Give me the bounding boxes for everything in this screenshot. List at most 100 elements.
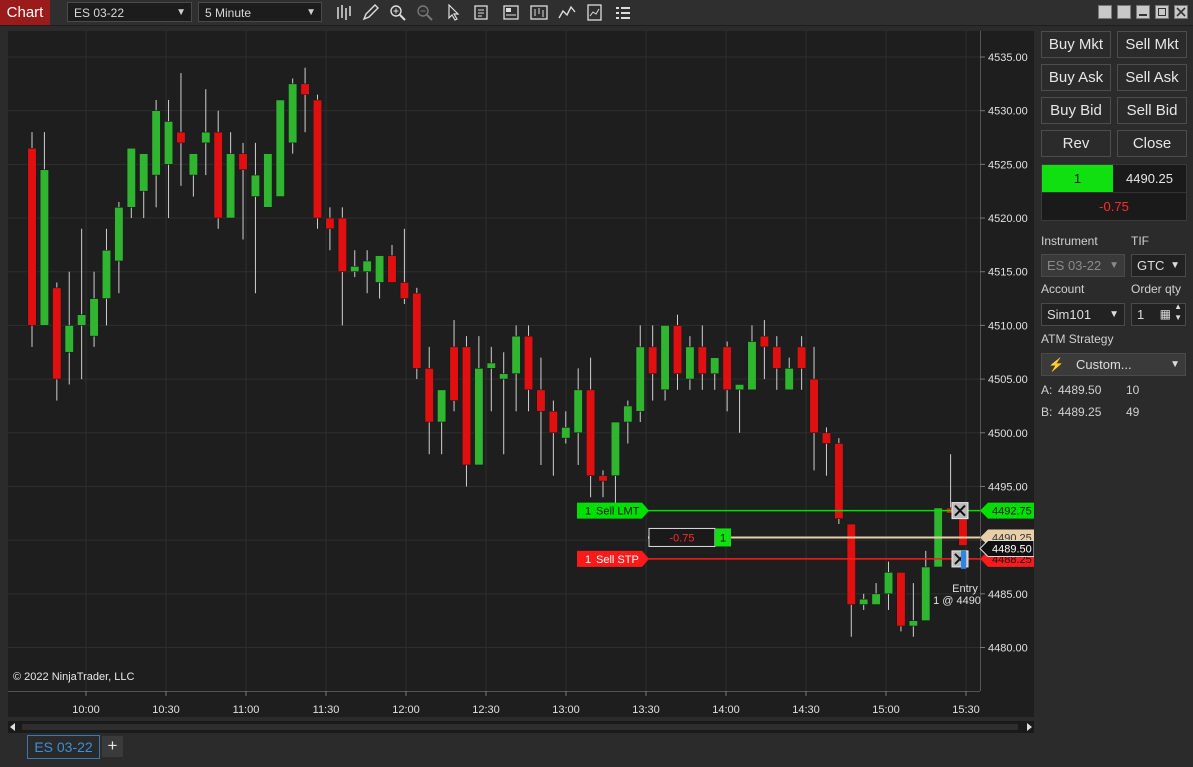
- sell-bid-button[interactable]: Sell Bid: [1117, 97, 1187, 124]
- scroll-left-icon[interactable]: [10, 723, 15, 731]
- candle-body: [921, 566, 931, 621]
- instrument-selector[interactable]: ES 03-22 ▼: [67, 2, 192, 22]
- strategies-icon[interactable]: [586, 4, 604, 21]
- candle-body: [474, 368, 484, 466]
- y-tick-label: 4495.00: [988, 481, 1028, 493]
- chart-trader-icon[interactable]: [530, 4, 548, 21]
- candle-body: [238, 153, 248, 171]
- candle-body: [263, 153, 273, 208]
- candle-body: [623, 405, 633, 423]
- ask-label: A:: [1041, 383, 1053, 397]
- y-tick-label: 4505.00: [988, 374, 1028, 386]
- x-tick-label: 15:30: [952, 704, 980, 716]
- x-tick-label: 11:30: [313, 704, 340, 716]
- candle-body: [511, 335, 521, 375]
- properties-icon[interactable]: [473, 4, 491, 21]
- pointer-icon[interactable]: [444, 4, 462, 21]
- buy-bid-button[interactable]: Buy Bid: [1041, 97, 1111, 124]
- position-avg-price: 4490.25: [1126, 171, 1173, 186]
- candle-body: [399, 282, 409, 299]
- window-option-button[interactable]: [1098, 5, 1112, 19]
- bar-type-icon[interactable]: [335, 4, 353, 21]
- candle-body: [896, 572, 906, 627]
- buy-ask-button[interactable]: Buy Ask: [1041, 64, 1111, 91]
- calculator-icon[interactable]: ▦: [1160, 304, 1171, 325]
- candle-body: [151, 110, 161, 176]
- candle-body: [536, 389, 546, 412]
- close-window-button[interactable]: [1174, 5, 1188, 19]
- chevron-down-icon: ▼: [1170, 260, 1180, 271]
- entry-marker: [961, 550, 966, 569]
- candle-body: [325, 217, 335, 230]
- position-qty-label: 1: [720, 532, 726, 544]
- close-icon: [1176, 7, 1186, 17]
- candle-body: [176, 131, 186, 144]
- candle-body: [201, 131, 211, 144]
- candle-body: [362, 260, 372, 273]
- price-chart[interactable]: 4535.00 4530.00 4525.00 4520.00 4515.00 4510.…: [8, 31, 1034, 717]
- tab-bar: ES 03-22 +: [0, 733, 1193, 767]
- tab-es-03-22[interactable]: ES 03-22: [27, 735, 100, 759]
- x-tick-label: 14:30: [792, 704, 820, 716]
- templates-icon[interactable]: [614, 4, 632, 21]
- y-tick-label: 4520.00: [988, 213, 1028, 225]
- interval-selector-value: 5 Minute: [205, 6, 252, 20]
- draw-pencil-icon[interactable]: [362, 4, 380, 21]
- candle-body: [871, 593, 881, 605]
- sell-ask-button[interactable]: Sell Ask: [1117, 64, 1187, 91]
- chart-window-badge[interactable]: Chart: [0, 0, 50, 25]
- sell-market-button[interactable]: Sell Mkt: [1117, 31, 1187, 58]
- zoom-out-icon[interactable]: [416, 4, 434, 21]
- stepper-arrows-icon[interactable]: ▲ ▼: [1174, 301, 1182, 323]
- order-qty-value: 1: [1137, 307, 1145, 322]
- window-option-button[interactable]: [1117, 5, 1131, 19]
- candle-body: [39, 169, 49, 326]
- chart-scrollbar[interactable]: [8, 721, 1034, 733]
- add-tab-button[interactable]: +: [102, 736, 123, 757]
- price-marker-label: 4492.75: [992, 506, 1032, 518]
- title-bar: Chart ES 03-22 ▼ 5 Minute ▼: [0, 0, 1193, 26]
- candle-body: [486, 362, 496, 369]
- instrument-field[interactable]: ES 03-22 ▼: [1041, 254, 1125, 277]
- scroll-right-icon[interactable]: [1027, 723, 1032, 731]
- candle-body: [449, 346, 459, 401]
- minimize-button[interactable]: [1136, 5, 1150, 19]
- maximize-button[interactable]: [1155, 5, 1169, 19]
- candle-body: [250, 174, 260, 197]
- indicators-icon[interactable]: [558, 4, 576, 21]
- candle-body: [275, 99, 285, 197]
- y-tick-label: 4480.00: [988, 643, 1028, 655]
- x-tick-label: 14:00: [712, 704, 740, 716]
- instrument-selector-value: ES 03-22: [74, 6, 125, 20]
- candle-body: [523, 335, 534, 391]
- interval-selector[interactable]: 5 Minute ▼: [198, 2, 322, 22]
- candle-body: [64, 325, 74, 353]
- candle-body: [300, 83, 310, 95]
- candle-body: [561, 427, 571, 439]
- scrollbar-track[interactable]: [22, 724, 1018, 730]
- candle-body: [772, 346, 782, 369]
- candle-body: [350, 266, 360, 273]
- account-select[interactable]: Sim101 ▼: [1041, 303, 1125, 326]
- instrument-label: Instrument: [1041, 234, 1098, 248]
- candle-body: [437, 389, 447, 423]
- candle-body: [188, 153, 198, 176]
- x-tick-label: 13:00: [552, 704, 580, 716]
- tif-select[interactable]: GTC ▼: [1131, 254, 1186, 277]
- close-position-button[interactable]: Close: [1117, 130, 1187, 157]
- candle-body: [908, 620, 918, 627]
- atm-strategy-select[interactable]: ⚡ Custom... ▼: [1041, 353, 1186, 376]
- candle-body: [387, 255, 397, 283]
- buy-market-button[interactable]: Buy Mkt: [1041, 31, 1111, 58]
- x-tick-label: 15:00: [872, 704, 900, 716]
- zoom-in-icon[interactable]: [389, 4, 407, 21]
- candle-body: [89, 298, 99, 337]
- data-box-icon[interactable]: [502, 4, 520, 21]
- order-qty-label: Order qty: [1131, 282, 1182, 296]
- order-qty-stepper[interactable]: 1 ▦ ▲ ▼: [1131, 301, 1186, 326]
- y-tick-label: 4510.00: [988, 320, 1028, 332]
- chart-canvas[interactable]: 4535.00 4530.00 4525.00 4520.00 4515.00 4510.…: [8, 31, 1034, 717]
- candle-body: [846, 523, 856, 605]
- reverse-button[interactable]: Rev: [1041, 130, 1111, 157]
- chevron-down-icon: ▼: [1109, 309, 1119, 320]
